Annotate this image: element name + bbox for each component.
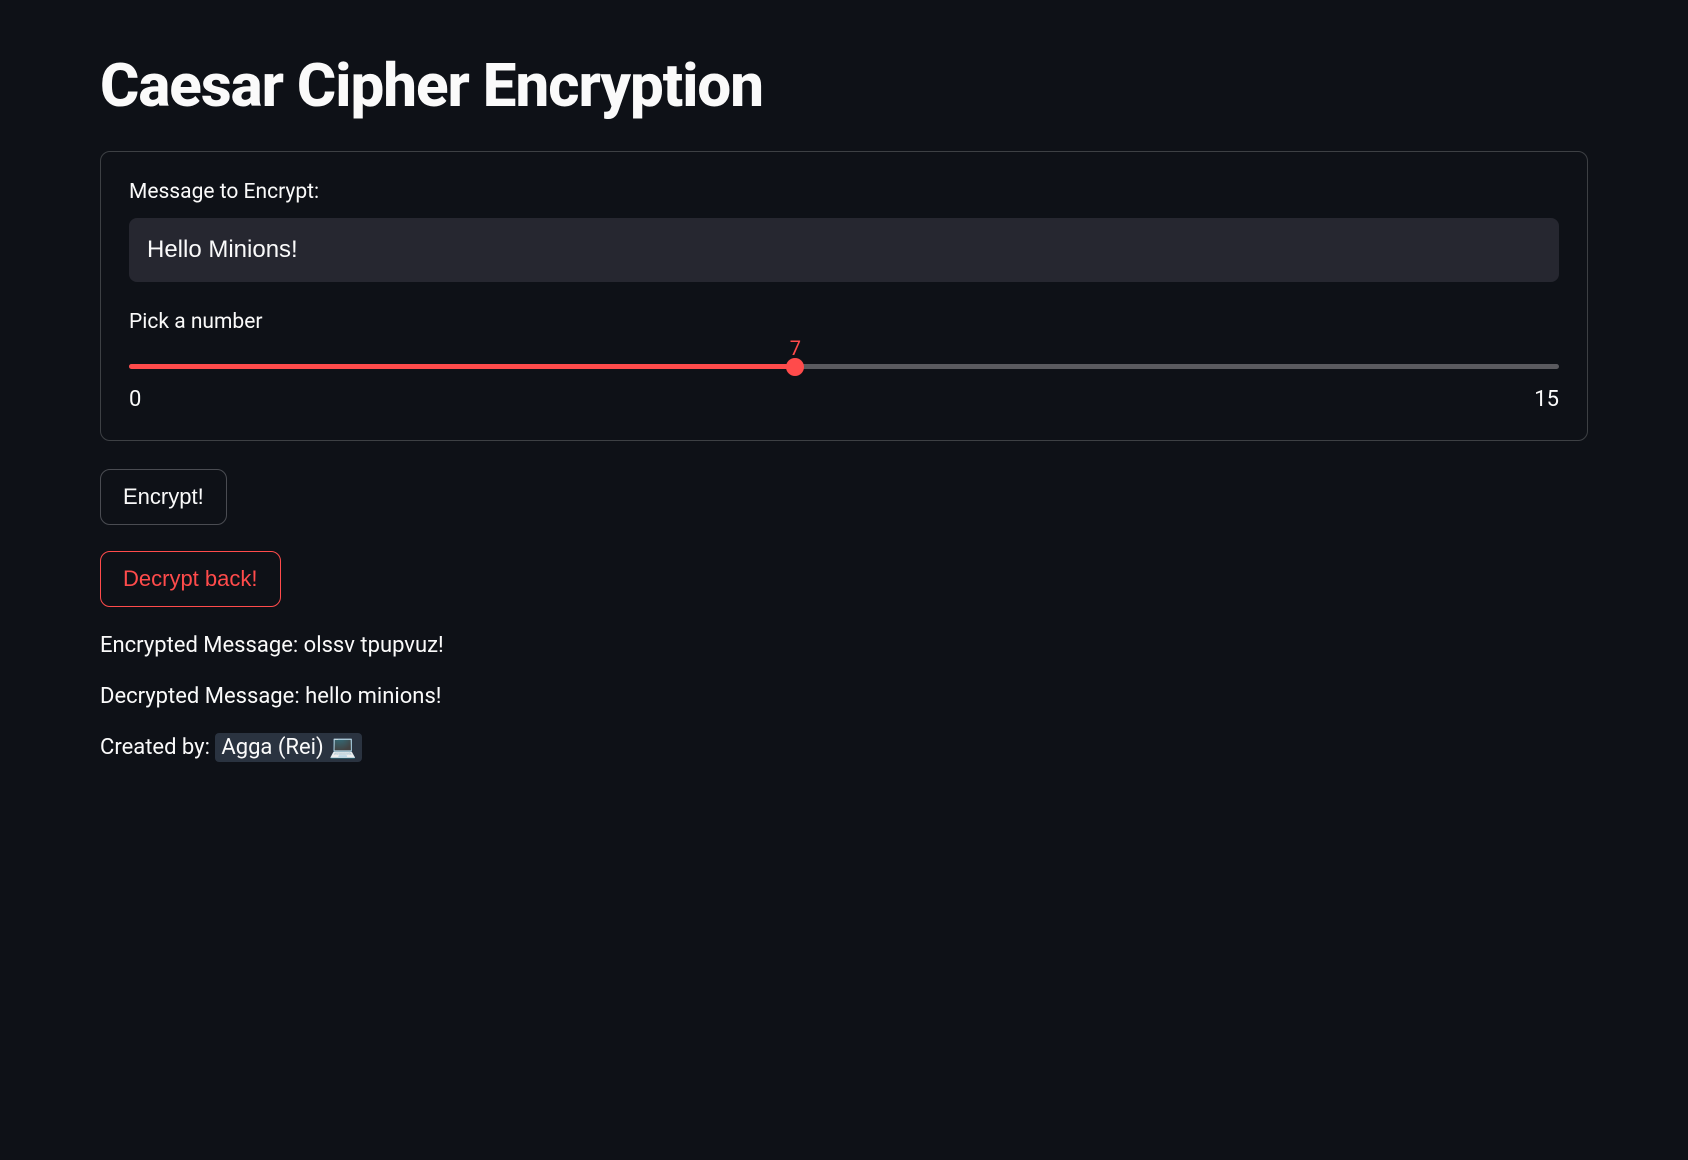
slider-thumb[interactable] xyxy=(786,358,804,376)
slider-value: 7 xyxy=(790,336,801,360)
message-input[interactable] xyxy=(129,218,1559,282)
decrypted-result: Decrypted Message: hello minions! xyxy=(100,684,1588,709)
decrypted-value: hello minions! xyxy=(305,684,441,709)
decrypt-button[interactable]: Decrypt back! xyxy=(100,551,281,607)
slider-min: 0 xyxy=(129,387,141,412)
encrypted-result: Encrypted Message: olssv tpupvuz! xyxy=(100,633,1588,658)
credit-prefix: Created by: xyxy=(100,735,215,760)
slider-container: 7 0 15 xyxy=(129,364,1559,412)
credit-line: Created by: Agga (Rei) 💻 xyxy=(100,735,1588,760)
page-title: Caesar Cipher Encryption xyxy=(100,50,1588,121)
slider-max: 15 xyxy=(1534,387,1559,412)
encrypted-label: Encrypted Message: xyxy=(100,633,304,658)
encrypted-value: olssv tpupvuz! xyxy=(304,633,444,658)
credit-link[interactable]: Agga (Rei) 💻 xyxy=(215,733,362,762)
slider-range: 0 15 xyxy=(129,387,1559,412)
decrypted-label: Decrypted Message: xyxy=(100,684,305,709)
slider-track[interactable] xyxy=(129,364,1559,369)
encrypt-button[interactable]: Encrypt! xyxy=(100,469,227,525)
message-label: Message to Encrypt: xyxy=(129,180,1559,204)
form-card: Message to Encrypt: Pick a number 7 0 15 xyxy=(100,151,1588,441)
slider-fill xyxy=(129,364,795,369)
slider-label: Pick a number xyxy=(129,310,1559,334)
